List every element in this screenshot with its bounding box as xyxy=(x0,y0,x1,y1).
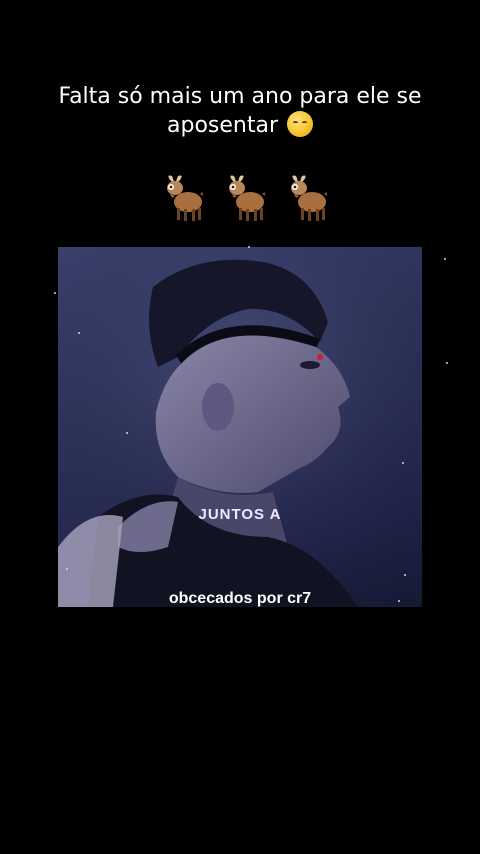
sparkle xyxy=(54,292,56,294)
sparkle xyxy=(402,462,404,464)
sparkle xyxy=(446,362,448,364)
sparkle xyxy=(126,432,128,434)
sparkle xyxy=(404,574,406,576)
caption-text: Falta só mais um ano para ele se aposent… xyxy=(58,84,422,138)
watermark-text: obcecados por cr7 xyxy=(168,590,312,607)
post-caption: Falta só mais um ano para ele se aposent… xyxy=(40,82,440,140)
sparkle xyxy=(66,568,68,570)
goat-icon xyxy=(167,175,204,221)
sparkle xyxy=(78,332,80,334)
video-frame[interactable]: JUNTOS A obcecados por cr7 xyxy=(58,247,422,607)
goat-emoji-row xyxy=(160,172,330,228)
sparkle xyxy=(398,600,400,602)
goat-icon xyxy=(291,175,328,221)
pensive-face-icon xyxy=(287,111,313,137)
overlay-text-line1: JUNTOS A xyxy=(198,506,282,523)
goat-icon xyxy=(229,175,266,221)
player-silhouette-image xyxy=(58,247,422,607)
sparkle xyxy=(444,258,446,260)
sparkle xyxy=(248,246,250,248)
